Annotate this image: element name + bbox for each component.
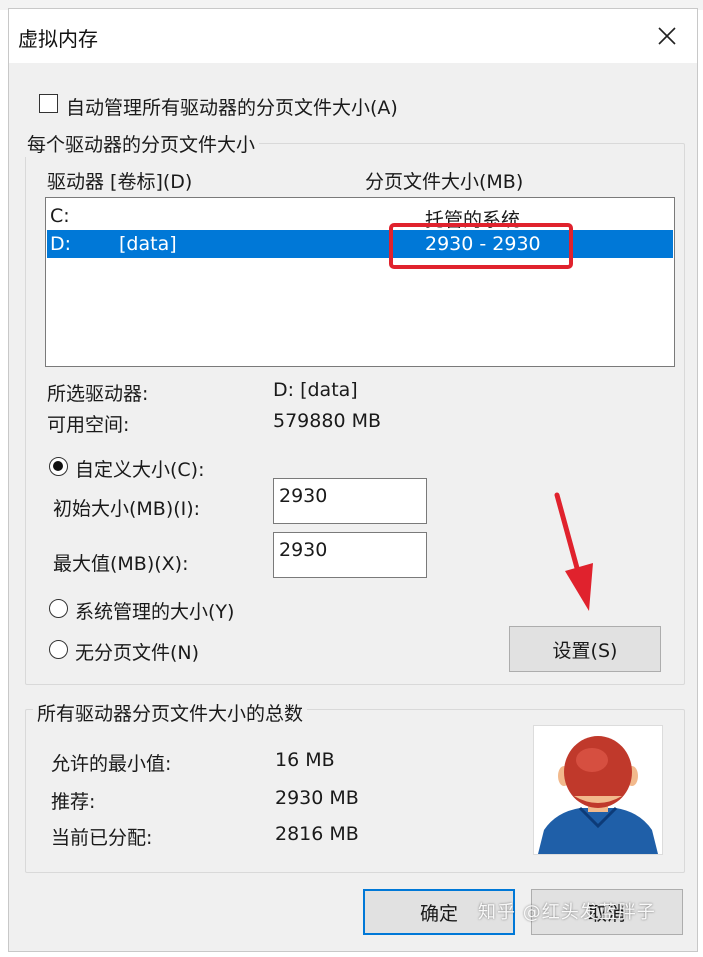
recommended-label: 推荐: [51,791,96,813]
free-space-label: 可用空间: [47,414,130,436]
drive-letter: C: [50,205,70,227]
watermark-text: 知乎 @红头发蓝胖子 [478,902,656,923]
red-highlight-annotation [389,223,573,269]
selected-drive-label: 所选驱动器: [47,383,149,405]
drive-row-c[interactable]: C: 托管的系统 [47,202,673,231]
arrow-annotation [554,492,593,611]
size-column-header: 分页文件大小(MB) [365,171,524,193]
set-button[interactable]: 设置(S) [509,626,661,672]
custom-size-label[interactable]: 自定义大小(C): [75,455,205,482]
free-space-value: 579880 MB [273,410,381,432]
system-managed-label[interactable]: 系统管理的大小(Y) [75,597,234,624]
initial-size-input[interactable]: 2930 [273,478,427,524]
max-size-label: 最大值(MB)(X): [53,553,189,575]
drive-letter: D: [50,233,72,255]
window-title: 虚拟内存 [18,27,98,51]
virtual-memory-dialog: 虚拟内存 自动管理所有驱动器的分页文件大小(A) 每个驱动器的分页文件大小 驱动… [8,8,698,952]
auto-manage-label[interactable]: 自动管理所有驱动器的分页文件大小(A) [66,93,398,120]
max-size-input[interactable]: 2930 [273,532,427,578]
title-bar: 虚拟内存 [9,9,697,63]
drive-column-header: 驱动器 [卷标](D) [47,171,193,193]
close-icon [658,27,676,45]
totals-legend: 所有驱动器分页文件大小的总数 [33,699,308,726]
avatar [533,725,663,855]
allocated-value: 2816 MB [275,823,359,845]
initial-size-label: 初始大小(MB)(I): [53,498,201,520]
recommended-value: 2930 MB [275,787,359,809]
selected-drive-value: D: [data] [273,379,358,401]
per-drive-legend: 每个驱动器的分页文件大小 [23,130,260,157]
close-button[interactable] [637,9,697,63]
auto-manage-checkbox[interactable] [39,94,58,113]
no-paging-file-label[interactable]: 无分页文件(N) [75,638,199,665]
drive-listbox[interactable]: C: 托管的系统 D: [data] 2930 - 2930 [45,197,675,367]
avatar-illustration [538,736,658,854]
system-managed-radio[interactable] [49,599,68,618]
drive-row-d[interactable]: D: [data] 2930 - 2930 [47,230,673,258]
min-allowed-value: 16 MB [275,749,335,771]
no-paging-file-radio[interactable] [49,640,68,659]
allocated-label: 当前已分配: [51,827,153,849]
min-allowed-label: 允许的最小值: [51,753,172,775]
drive-volume-label: [data] [119,233,177,255]
custom-size-radio[interactable] [49,457,68,476]
